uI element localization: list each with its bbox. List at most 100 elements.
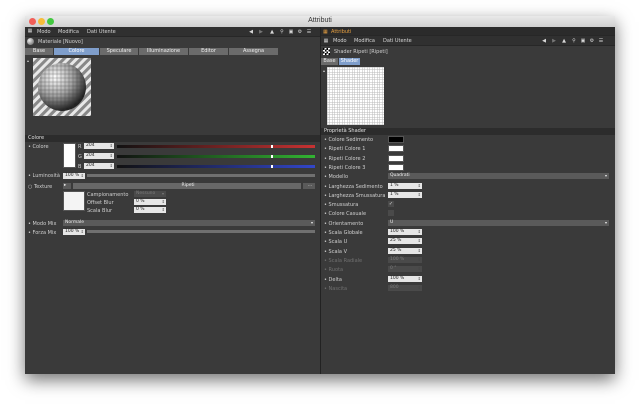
- gear-icon[interactable]: ⚙: [589, 38, 595, 44]
- channel-field-b[interactable]: 204 ⇕: [84, 163, 114, 169]
- menu-modifica[interactable]: Modifica: [354, 38, 375, 44]
- color-swatch-colore-sedimento[interactable]: [388, 136, 404, 143]
- colore-label[interactable]: • Colore: [28, 144, 49, 150]
- slider-knob[interactable]: [271, 165, 274, 168]
- spinner-icon[interactable]: ⇕: [418, 248, 421, 254]
- texture-shader-button[interactable]: Ripeti: [73, 183, 301, 189]
- spinner-icon[interactable]: ⇕: [162, 199, 165, 205]
- tab-illuminazione[interactable]: Illuminazione: [139, 48, 189, 55]
- up-arrow-icon[interactable]: ▲: [561, 38, 567, 44]
- luminosita-slider[interactable]: [87, 174, 315, 177]
- back-arrow-icon[interactable]: ◀: [248, 29, 254, 35]
- collapse-icon[interactable]: ▴: [27, 58, 32, 63]
- channel-field-r[interactable]: 204 ⇕: [84, 143, 114, 149]
- spinner-icon[interactable]: ⇕: [418, 192, 421, 198]
- prop-label-scala-v[interactable]: • Scala V: [324, 249, 347, 255]
- tab-speculare[interactable]: Speculare: [100, 48, 139, 55]
- grip-icon[interactable]: ▦: [323, 38, 329, 44]
- prop-label-colore-sedimento[interactable]: • Colore Sedimento: [324, 137, 373, 143]
- spinner-icon[interactable]: ⇕: [418, 238, 421, 244]
- grip-icon[interactable]: ▦: [27, 28, 33, 34]
- tab-editor[interactable]: Editor: [189, 48, 229, 55]
- texture-more-button[interactable]: ...: [303, 183, 315, 189]
- field-scala-globale[interactable]: 100 % ⇕: [388, 229, 422, 235]
- checkbox-colore-casuale[interactable]: [388, 210, 394, 217]
- forza-mix-label[interactable]: • Forza Mix: [28, 230, 56, 236]
- prop-label-ruota[interactable]: • Ruota: [324, 267, 343, 273]
- menu-modo[interactable]: Modo: [37, 29, 51, 35]
- channel-slider-r[interactable]: [117, 145, 315, 148]
- color-swatch-ripeti-colore-2[interactable]: [388, 154, 404, 162]
- forza-mix-field[interactable]: 100 % ⇕: [63, 229, 85, 235]
- prop-label-delta[interactable]: • Delta: [324, 277, 342, 283]
- field-larghezza-smussatura[interactable]: 1 % ⇕: [388, 191, 422, 198]
- dropdown-orientamento[interactable]: U ▾: [388, 219, 609, 226]
- prop-label-larghezza-smussatura[interactable]: • Larghezza Smussatura: [324, 193, 385, 199]
- menu-modo[interactable]: Modo: [333, 38, 347, 44]
- tab-shader[interactable]: Shader: [339, 58, 361, 65]
- campionamento-dropdown[interactable]: Nessuno ▾: [134, 191, 166, 197]
- forward-arrow-icon[interactable]: ▶: [551, 38, 557, 44]
- menu-modifica[interactable]: Modifica: [58, 29, 79, 35]
- tab-colore[interactable]: Colore: [54, 48, 100, 55]
- field-scala-v[interactable]: 25 % ⇕: [388, 247, 422, 254]
- prop-label-ripeti-colore-3[interactable]: • Ripeti Colore 3: [324, 165, 365, 171]
- texture-label[interactable]: ○ Texture: [28, 184, 52, 190]
- spinner-icon[interactable]: ⇕: [81, 229, 84, 235]
- spinner-icon[interactable]: ⇕: [110, 143, 113, 149]
- checkbox-smussatura[interactable]: ✓: [388, 201, 394, 208]
- search-icon[interactable]: ⚲: [571, 38, 577, 44]
- spinner-icon[interactable]: ⇕: [418, 266, 421, 272]
- spinner-icon[interactable]: ⇕: [418, 183, 421, 189]
- prop-label-ripeti-colore-2[interactable]: • Ripeti Colore 2: [324, 156, 365, 162]
- field-scala-u[interactable]: 25 % ⇕: [388, 238, 422, 245]
- gear-icon[interactable]: ⚙: [297, 29, 303, 35]
- prop-label-scala-u[interactable]: • Scala U: [324, 239, 347, 245]
- up-arrow-icon[interactable]: ▲: [269, 29, 275, 35]
- slider-knob[interactable]: [271, 145, 274, 148]
- back-arrow-icon[interactable]: ◀: [541, 38, 547, 44]
- section-colore[interactable]: Colore: [25, 135, 320, 142]
- channel-slider-g[interactable]: [117, 155, 315, 158]
- modo-mix-dropdown[interactable]: Normale ▾: [63, 220, 315, 226]
- prop-label-orientamento[interactable]: • Orientamento: [324, 221, 363, 227]
- spinner-icon[interactable]: ⇕: [418, 257, 421, 263]
- field-delta[interactable]: 100 % ⇕: [388, 275, 422, 282]
- color-swatch-ripeti-colore-1[interactable]: [388, 145, 404, 153]
- field-larghezza-sedimento[interactable]: 1 % ⇕: [388, 182, 422, 189]
- texture-menu-button[interactable]: ▸: [63, 183, 71, 189]
- spinner-icon[interactable]: ⇕: [110, 163, 113, 169]
- new-panel-icon[interactable]: ☰: [598, 38, 604, 44]
- spinner-icon[interactable]: ⇕: [418, 229, 421, 235]
- menu-dati-utente[interactable]: Dati Utente: [383, 38, 412, 44]
- dropdown-modello[interactable]: Quadrati ▾: [388, 173, 609, 180]
- tab-base[interactable]: Base: [25, 48, 54, 55]
- prop-label-scala-radiale[interactable]: • Scala Radiale: [324, 258, 362, 264]
- prop-label-colore-casuale[interactable]: • Colore Casuale: [324, 211, 366, 217]
- menu-dati-utente[interactable]: Dati Utente: [87, 29, 116, 35]
- prop-label-modello[interactable]: • Modello: [324, 174, 348, 180]
- spinner-icon[interactable]: ⇕: [110, 153, 113, 159]
- forza-mix-slider[interactable]: [87, 230, 315, 233]
- channel-field-g[interactable]: 204 ⇕: [84, 153, 114, 159]
- prop-label-smussatura[interactable]: • Smussatura: [324, 202, 358, 208]
- modo-mix-label[interactable]: • Modo Mix: [28, 221, 56, 227]
- texture-preview[interactable]: [63, 191, 85, 211]
- spinner-icon[interactable]: ⇕: [162, 207, 165, 213]
- lock-icon[interactable]: ▣: [288, 29, 294, 35]
- tab-base[interactable]: Base: [321, 58, 339, 65]
- color-swatch-ripeti-colore-3[interactable]: [388, 163, 404, 171]
- channel-slider-b[interactable]: [117, 165, 315, 168]
- slider-knob[interactable]: [271, 155, 274, 158]
- scala-blur-field[interactable]: 0 % ⇕: [134, 207, 166, 213]
- attributes-tab[interactable]: Attributi: [331, 29, 351, 35]
- section-proprieta-shader[interactable]: Proprietà Shader: [321, 128, 615, 135]
- tab-assegna[interactable]: Assegna: [229, 48, 279, 55]
- new-panel-icon[interactable]: ☰: [306, 29, 312, 35]
- spinner-icon[interactable]: ⇕: [418, 276, 421, 282]
- forward-arrow-icon[interactable]: ▶: [258, 29, 264, 35]
- prop-label-nascita[interactable]: • Nascita: [324, 286, 347, 292]
- prop-label-larghezza-sedimento[interactable]: • Larghezza Sedimento: [324, 184, 383, 190]
- search-icon[interactable]: ⚲: [279, 29, 285, 35]
- luminosita-label[interactable]: • Luminosità: [28, 173, 60, 179]
